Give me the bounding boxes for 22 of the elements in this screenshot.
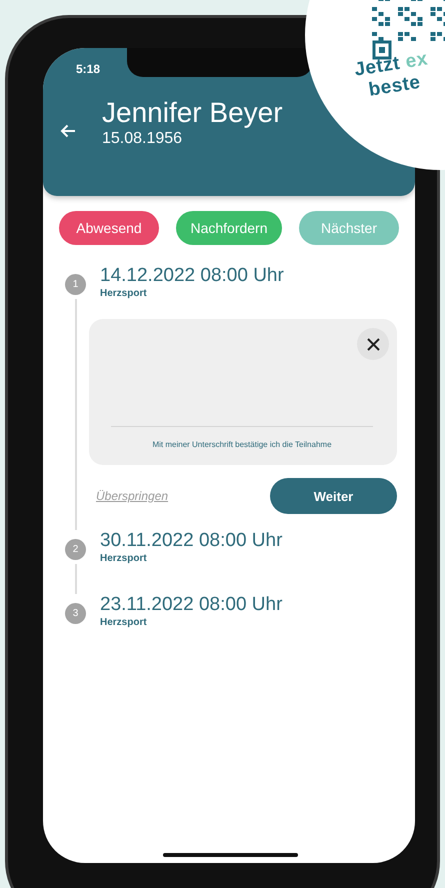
birth-date: 15.08.1956	[102, 130, 184, 148]
course-name: Herzsport	[100, 553, 147, 564]
status-time: 5:18	[76, 62, 100, 76]
course-name: Herzsport	[100, 617, 147, 628]
appointment-date[interactable]: 30.11.2022 08:00 Uhr	[100, 530, 393, 552]
close-button[interactable]	[357, 328, 389, 360]
next-button[interactable]: Weiter	[270, 478, 397, 514]
signature-caption: Mit meiner Unterschrift bestätige ich die Teilnahme	[151, 440, 333, 449]
patient-name: Jennifer Beyer	[102, 96, 283, 130]
step-number: 3	[65, 603, 86, 624]
skip-link[interactable]: Überspringen	[96, 489, 168, 503]
close-icon	[366, 338, 380, 350]
action-button[interactable]: Abwesend	[59, 211, 159, 245]
course-name: Herzsport	[100, 288, 147, 299]
step-number: 2	[65, 539, 86, 560]
signature-pad[interactable]: Mit meiner Unterschrift bestätige ich die Teilnahme	[89, 319, 397, 465]
promo-text: Jetzt	[353, 52, 402, 81]
appointment-date[interactable]: 23.11.2022 08:00 Uhr	[100, 594, 393, 616]
promo-text: ex	[404, 48, 430, 74]
back-arrow-icon[interactable]	[60, 124, 76, 138]
appointment-date[interactable]: 14.12.2022 08:00 Uhr	[100, 265, 397, 287]
step-number: 1	[65, 274, 86, 295]
